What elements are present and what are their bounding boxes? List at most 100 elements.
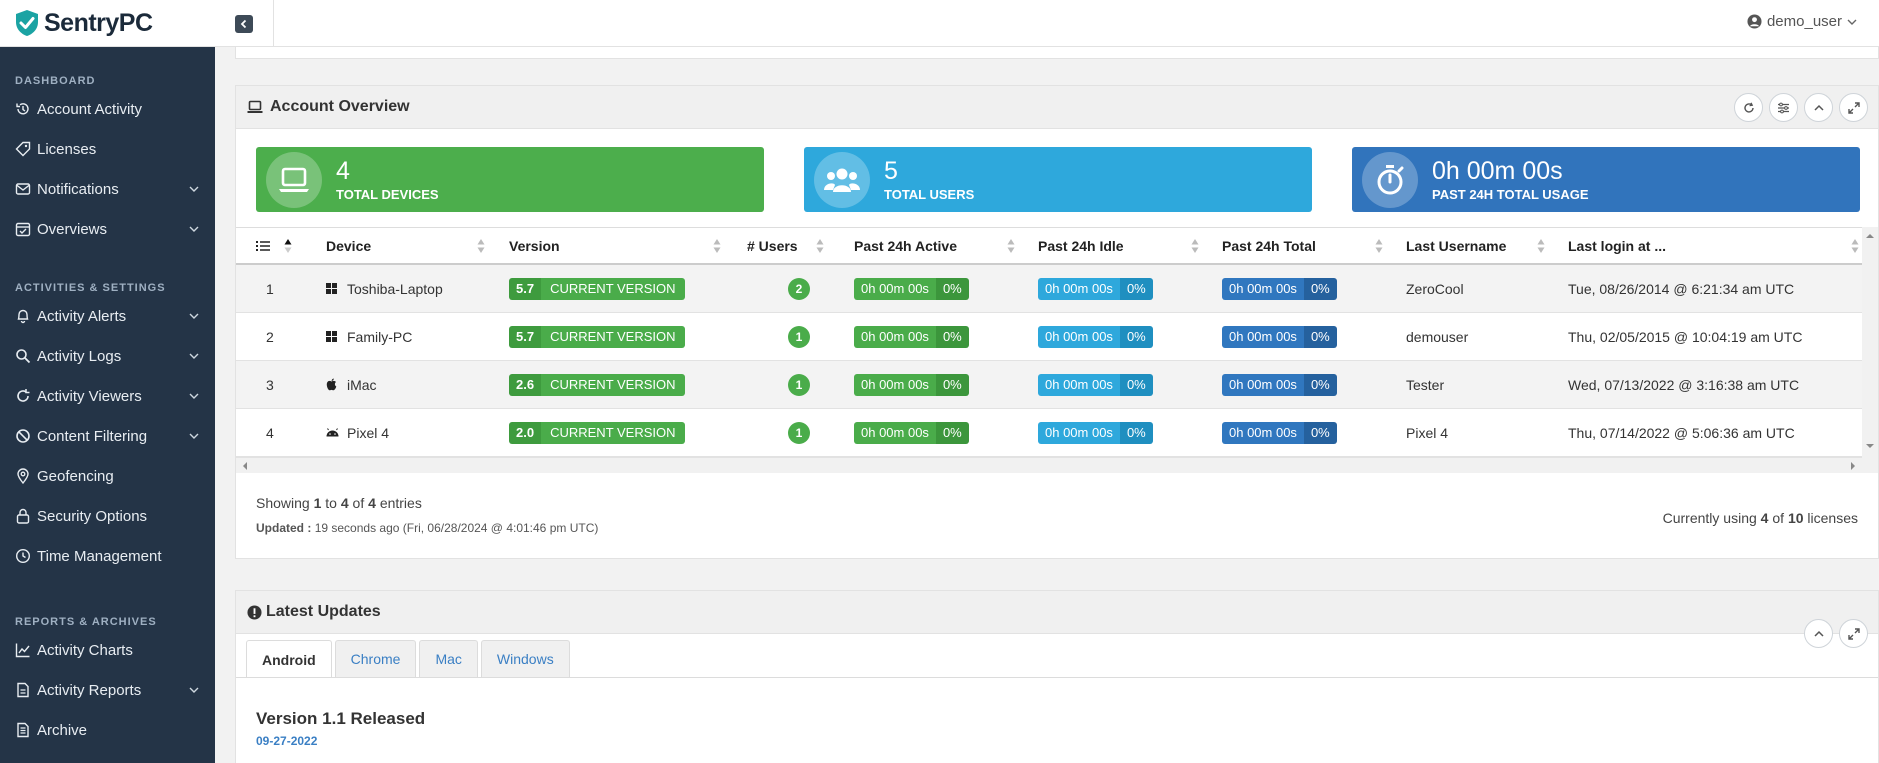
sidebar-item-geofencing[interactable]: Geofencing (0, 456, 215, 496)
tab-chrome[interactable]: Chrome (334, 640, 417, 677)
sort-icon (816, 238, 824, 253)
scroll-down-icon[interactable] (1866, 443, 1874, 449)
sidebar-item-account-activity[interactable]: Account Activity (0, 89, 215, 129)
expand-button[interactable] (1839, 93, 1868, 122)
column-last-username[interactable]: Last Username (1406, 228, 1551, 263)
windows-icon (326, 283, 337, 294)
sidebar-item-activity-charts[interactable]: Activity Charts (0, 630, 215, 670)
sidebar-item-licenses[interactable]: Licenses (0, 129, 215, 169)
latest-updates-panel: Latest Updates Android Chrome Mac Window… (235, 590, 1879, 763)
users-count-badge: 1 (788, 421, 810, 444)
column-label: Device (326, 237, 372, 254)
user-name: demo_user (1766, 13, 1842, 30)
logo[interactable]: SentryPC (0, 0, 215, 47)
column-toggle[interactable] (256, 228, 316, 263)
active-cell: 0h 00m 00s 0% (854, 313, 969, 360)
user-menu[interactable]: demo_user (1747, 13, 1863, 30)
vertical-scrollbar[interactable] (1862, 227, 1878, 467)
device-cell[interactable]: Pixel 4 (326, 409, 389, 456)
sidebar-item-activity-logs[interactable]: Activity Logs (0, 336, 215, 376)
tab-windows[interactable]: Windows (480, 640, 570, 677)
sidebar-item-activity-alerts[interactable]: Activity Alerts (0, 296, 215, 336)
scroll-left-icon[interactable] (242, 462, 248, 470)
version-number: 5.7 (509, 277, 542, 300)
ban-icon (15, 428, 31, 444)
column-users[interactable]: # Users (747, 228, 830, 263)
device-cell[interactable]: Family-PC (326, 313, 412, 360)
nav-section-title: DASHBOARD (15, 75, 96, 87)
column-device[interactable]: Device (326, 228, 491, 263)
update-date: 09-27-2022 (256, 734, 318, 748)
column-past-24h-active[interactable]: Past 24h Active (854, 228, 1021, 263)
sidebar-item-content-filtering[interactable]: Content Filtering (0, 416, 215, 456)
column-label: Last login at ... (1568, 237, 1667, 254)
sort-icon (1191, 238, 1199, 253)
table-info: Showing 1 to 4 of 4 entries (256, 495, 422, 511)
sidebar-item-time-management[interactable]: Time Management (0, 536, 215, 576)
total-cell: 0h 00m 00s 0% (1222, 361, 1337, 408)
refresh-button[interactable] (1734, 93, 1763, 122)
document-icon (15, 722, 31, 738)
sidebar-item-security-options[interactable]: Security Options (0, 496, 215, 536)
info-to-word: to (325, 495, 337, 511)
device-name: Family-PC (347, 328, 413, 345)
table-row[interactable]: 4 Pixel 4 2.0 CURRENT VERSION 1 0h 00m 00s 0% 0… (236, 409, 1878, 457)
table-row[interactable]: 1 Toshiba-Laptop 5.7 CURRENT VERSION 2 0h 00m… (236, 265, 1878, 313)
sort-icon (1851, 238, 1859, 253)
time-percent: 0% (935, 373, 969, 396)
tab-android[interactable]: Android (246, 640, 332, 678)
collapse-button[interactable] (1804, 619, 1833, 648)
history-icon (15, 101, 31, 117)
chevron-down-icon (189, 433, 199, 439)
device-cell[interactable]: iMac (326, 361, 377, 408)
column-past-24h-idle[interactable]: Past 24h Idle (1038, 228, 1205, 263)
users-count-badge: 1 (788, 325, 810, 348)
settings-button[interactable] (1769, 93, 1798, 122)
active-time-badge: 0h 00m 00s 0% (854, 277, 969, 300)
sidebar-item-label: Archive (37, 721, 88, 739)
device-cell[interactable]: Toshiba-Laptop (326, 265, 443, 312)
expand-button[interactable] (1839, 619, 1868, 648)
clock-icon (15, 548, 31, 564)
idle-time-badge: 0h 00m 00s 0% (1038, 373, 1153, 396)
sidebar-item-overviews[interactable]: Overviews (0, 209, 215, 249)
version-number: 5.7 (509, 325, 542, 348)
row-number: 3 (266, 376, 274, 393)
collapse-button[interactable] (1804, 93, 1833, 122)
column-version[interactable]: Version (509, 228, 727, 263)
tab-mac[interactable]: Mac (419, 640, 478, 677)
column-label: Past 24h Total (1222, 237, 1316, 254)
sidebar-item-activity-reports[interactable]: Activity Reports (0, 670, 215, 710)
time-value: 0h 00m 00s (1038, 325, 1120, 348)
sort-icon (1537, 238, 1545, 253)
time-value: 0h 00m 00s (854, 421, 936, 444)
table-row[interactable]: 3 iMac 2.6 CURRENT VERSION 1 0h 00m 00s 0% 0h 0… (236, 361, 1878, 409)
table-row[interactable]: 2 Family-PC 5.7 CURRENT VERSION 1 0h 00m 00s 0… (236, 313, 1878, 361)
sidebar-item-notifications[interactable]: Notifications (0, 169, 215, 209)
account-overview-panel: Account Overview 4 TOTAL DEVICES 5 TOTAL… (235, 85, 1879, 559)
laptop-icon (247, 100, 263, 113)
version-status: CURRENT VERSION (541, 325, 685, 348)
nav-section-1: ACTIVITIES & SETTINGS Activity Alerts Acti… (0, 282, 215, 576)
info-of-word: of (352, 495, 365, 511)
column-last-login[interactable]: Last login at ... (1568, 228, 1865, 263)
row-number: 4 (266, 424, 274, 441)
horizontal-scrollbar[interactable] (236, 457, 1878, 473)
sidebar-toggle-button[interactable] (235, 14, 253, 33)
bell-icon (15, 308, 31, 324)
sidebar-item-archive[interactable]: Archive (0, 710, 215, 750)
lock-icon (15, 508, 31, 524)
sidebar-item-activity-viewers[interactable]: Activity Viewers (0, 376, 215, 416)
tab-divider (236, 677, 1878, 678)
stat-total-users: 5 TOTAL USERS (804, 147, 1312, 212)
scroll-up-icon[interactable] (1866, 233, 1874, 239)
last-login: Thu, 07/14/2022 @ 5:06:36 am UTC (1568, 424, 1795, 441)
scroll-right-icon[interactable] (1850, 462, 1856, 470)
devices-table: Device Version # Users Past 24h Active Past … (236, 227, 1878, 473)
total-time-badge: 0h 00m 00s 0% (1222, 373, 1337, 396)
search-icon (15, 348, 31, 364)
column-past-24h-total[interactable]: Past 24h Total (1222, 228, 1389, 263)
time-value: 0h 00m 00s (1222, 373, 1304, 396)
active-time-badge: 0h 00m 00s 0% (854, 325, 969, 348)
time-percent: 0% (1119, 277, 1153, 300)
